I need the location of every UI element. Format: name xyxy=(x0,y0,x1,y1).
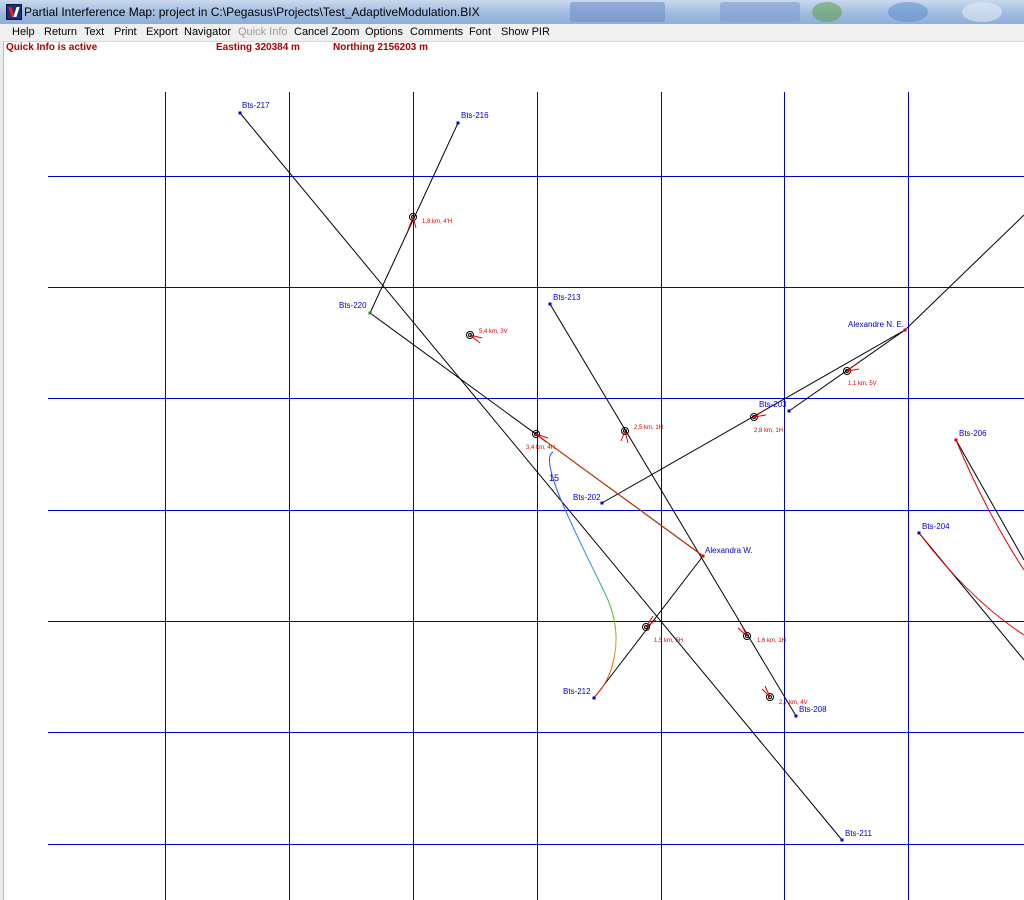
station-dot-bts217[interactable] xyxy=(238,111,242,115)
link-bts212-alexandra-w[interactable] xyxy=(593,555,704,699)
link-bts206-offscreen[interactable] xyxy=(955,439,1024,561)
station-label-bts203[interactable]: Bts-203 xyxy=(759,400,787,409)
link-label: 2,8 km, 1H xyxy=(754,428,783,434)
station-label-bts211[interactable]: Bts-211 xyxy=(845,829,873,838)
interference-marker[interactable] xyxy=(761,685,774,701)
link-bts217-bts211[interactable] xyxy=(239,112,843,841)
station-dot-bts206[interactable] xyxy=(954,438,958,442)
interference-paths xyxy=(535,433,1024,636)
interference-marker[interactable] xyxy=(532,430,549,443)
link-lines xyxy=(239,112,1024,841)
station-label-alexandre-ne[interactable]: Alexandre N. E. xyxy=(848,320,904,329)
station-label-alexandra-w[interactable]: Alexandra W. xyxy=(705,546,753,555)
interference-marker[interactable] xyxy=(843,362,860,375)
station-label-bts220[interactable]: Bts-220 xyxy=(339,301,367,310)
station-dot-bts202[interactable] xyxy=(600,501,604,505)
interference-marker[interactable] xyxy=(750,409,767,421)
link-distance-labels: 1,8 km, 4'H 5,4 km, 3V 2,5 km, 1H 1,1 km… xyxy=(422,219,877,706)
station-dot-bts203[interactable] xyxy=(787,409,791,413)
station-dot-bts212[interactable] xyxy=(592,696,596,700)
station-dot-bts208[interactable] xyxy=(794,714,798,718)
station-dot-bts216[interactable] xyxy=(456,121,460,125)
link-label: 3,4 km, 4H xyxy=(526,445,555,451)
link-label: 5,4 km, 3V xyxy=(479,329,508,335)
link-label: 1,5 km, 5H xyxy=(654,638,683,644)
station-label-bts217[interactable]: Bts-217 xyxy=(242,101,270,110)
station-dot-bts220[interactable] xyxy=(368,311,372,315)
link-bts202-alexandre-ne[interactable] xyxy=(601,329,906,504)
link-alexandre-ne-offscreen[interactable] xyxy=(904,214,1024,331)
station-label-bts213[interactable]: Bts-213 xyxy=(553,293,581,302)
link-label: 2,7 km, 4V xyxy=(779,700,808,706)
station-dot-bts211[interactable] xyxy=(840,838,844,842)
station-dot-bts204[interactable] xyxy=(917,531,921,535)
link-bts204-offscreen[interactable] xyxy=(918,532,1024,661)
link-label: 1,1 km, 5V xyxy=(848,381,877,387)
station-label-bts208[interactable]: Bts-208 xyxy=(799,705,827,714)
station-label-bts206[interactable]: Bts-206 xyxy=(959,429,987,438)
link-label: 1,8 km, 4'H xyxy=(422,219,452,225)
interference-marker[interactable] xyxy=(620,427,629,444)
station-label-bts216[interactable]: Bts-216 xyxy=(461,111,489,120)
station-label-bts202[interactable]: Bts-202 xyxy=(573,493,601,502)
interference-marker[interactable] xyxy=(642,615,657,631)
link-label: 2,5 km, 1H xyxy=(634,425,663,431)
coverage-curve xyxy=(548,451,617,696)
curve-label: 15 xyxy=(549,473,559,483)
interference-markers xyxy=(407,213,860,701)
station-dot-bts213[interactable] xyxy=(548,302,552,306)
interference-map-canvas[interactable]: 15 Bts-217 Bts-216 Bts-220 Bts-213 Alexa… xyxy=(0,0,1024,900)
station-label-bts212[interactable]: Bts-212 xyxy=(563,687,591,696)
station-labels: Bts-217 Bts-216 Bts-220 Bts-213 Alexandr… xyxy=(242,101,987,838)
link-label: 1,6 km, 1H xyxy=(757,638,786,644)
map-grid xyxy=(48,92,1024,900)
station-label-bts204[interactable]: Bts-204 xyxy=(922,522,950,531)
